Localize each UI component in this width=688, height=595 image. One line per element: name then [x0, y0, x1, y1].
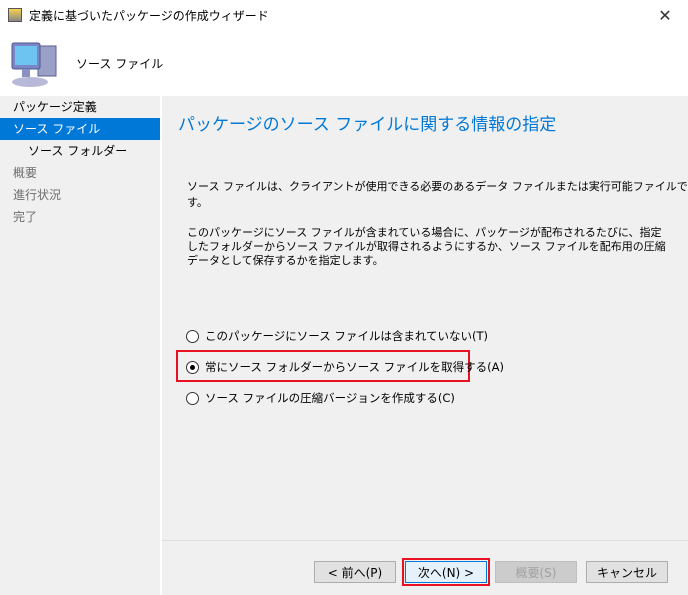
summary-button: 概要(S) [495, 561, 577, 583]
radio-circle[interactable] [186, 329, 199, 343]
radio-always-from-source-folder[interactable]: 常にソース フォルダーからソース ファイルを取得する(A) [186, 359, 504, 375]
step-completion: 完了 [13, 210, 38, 224]
instruction-text: このパッケージにソース ファイルが含まれている場合に、パッケージが配布されるたび… [187, 226, 666, 267]
description-text: ソース ファイルは、クライアントが使用できる必要のあるデータ ファイルまたは実行… [187, 180, 688, 209]
radio-label: ソース ファイルの圧縮バージョンを作成する(C) [205, 391, 455, 405]
wizard-steps-sidebar: パッケージ定義 ソース ファイル ソース フォルダー 概要 進行状況 完了 [0, 96, 160, 595]
close-button[interactable]: ✕ [642, 0, 688, 30]
computer-icon [11, 42, 57, 87]
wizard-header: ソース ファイル [0, 30, 688, 96]
radio-circle[interactable] [186, 391, 199, 405]
step-source-folder: ソース フォルダー [28, 144, 128, 158]
title-bar: 定義に基づいたパッケージの作成ウィザード ✕ [0, 0, 688, 30]
page-heading: パッケージのソース ファイルに関する情報の指定 [178, 115, 557, 135]
next-button[interactable]: 次へ(N) > [402, 558, 490, 586]
current-step-title: ソース ファイル [76, 57, 164, 71]
wizard-content: パッケージのソース ファイルに関する情報の指定 ソース ファイルは、クライアント… [162, 96, 688, 540]
footer-divider [162, 540, 688, 541]
wizard-app-icon [8, 8, 22, 22]
cancel-button[interactable]: キャンセル [586, 561, 668, 583]
step-package-definition: パッケージ定義 [13, 100, 97, 114]
window-title: 定義に基づいたパッケージの作成ウィザード [29, 8, 269, 23]
radio-label: このパッケージにソース ファイルは含まれていない(T) [205, 329, 489, 343]
radio-no-source-files[interactable]: このパッケージにソース ファイルは含まれていない(T) [186, 328, 488, 344]
previous-button[interactable]: < 前へ(P) [314, 561, 396, 583]
step-source-files: ソース ファイル [0, 118, 160, 140]
radio-create-compressed-version[interactable]: ソース ファイルの圧縮バージョンを作成する(C) [186, 390, 455, 406]
radio-circle-selected[interactable] [186, 360, 199, 374]
step-progress: 進行状況 [13, 188, 62, 202]
radio-label: 常にソース フォルダーからソース ファイルを取得する(A) [205, 360, 504, 374]
step-summary: 概要 [13, 166, 38, 180]
